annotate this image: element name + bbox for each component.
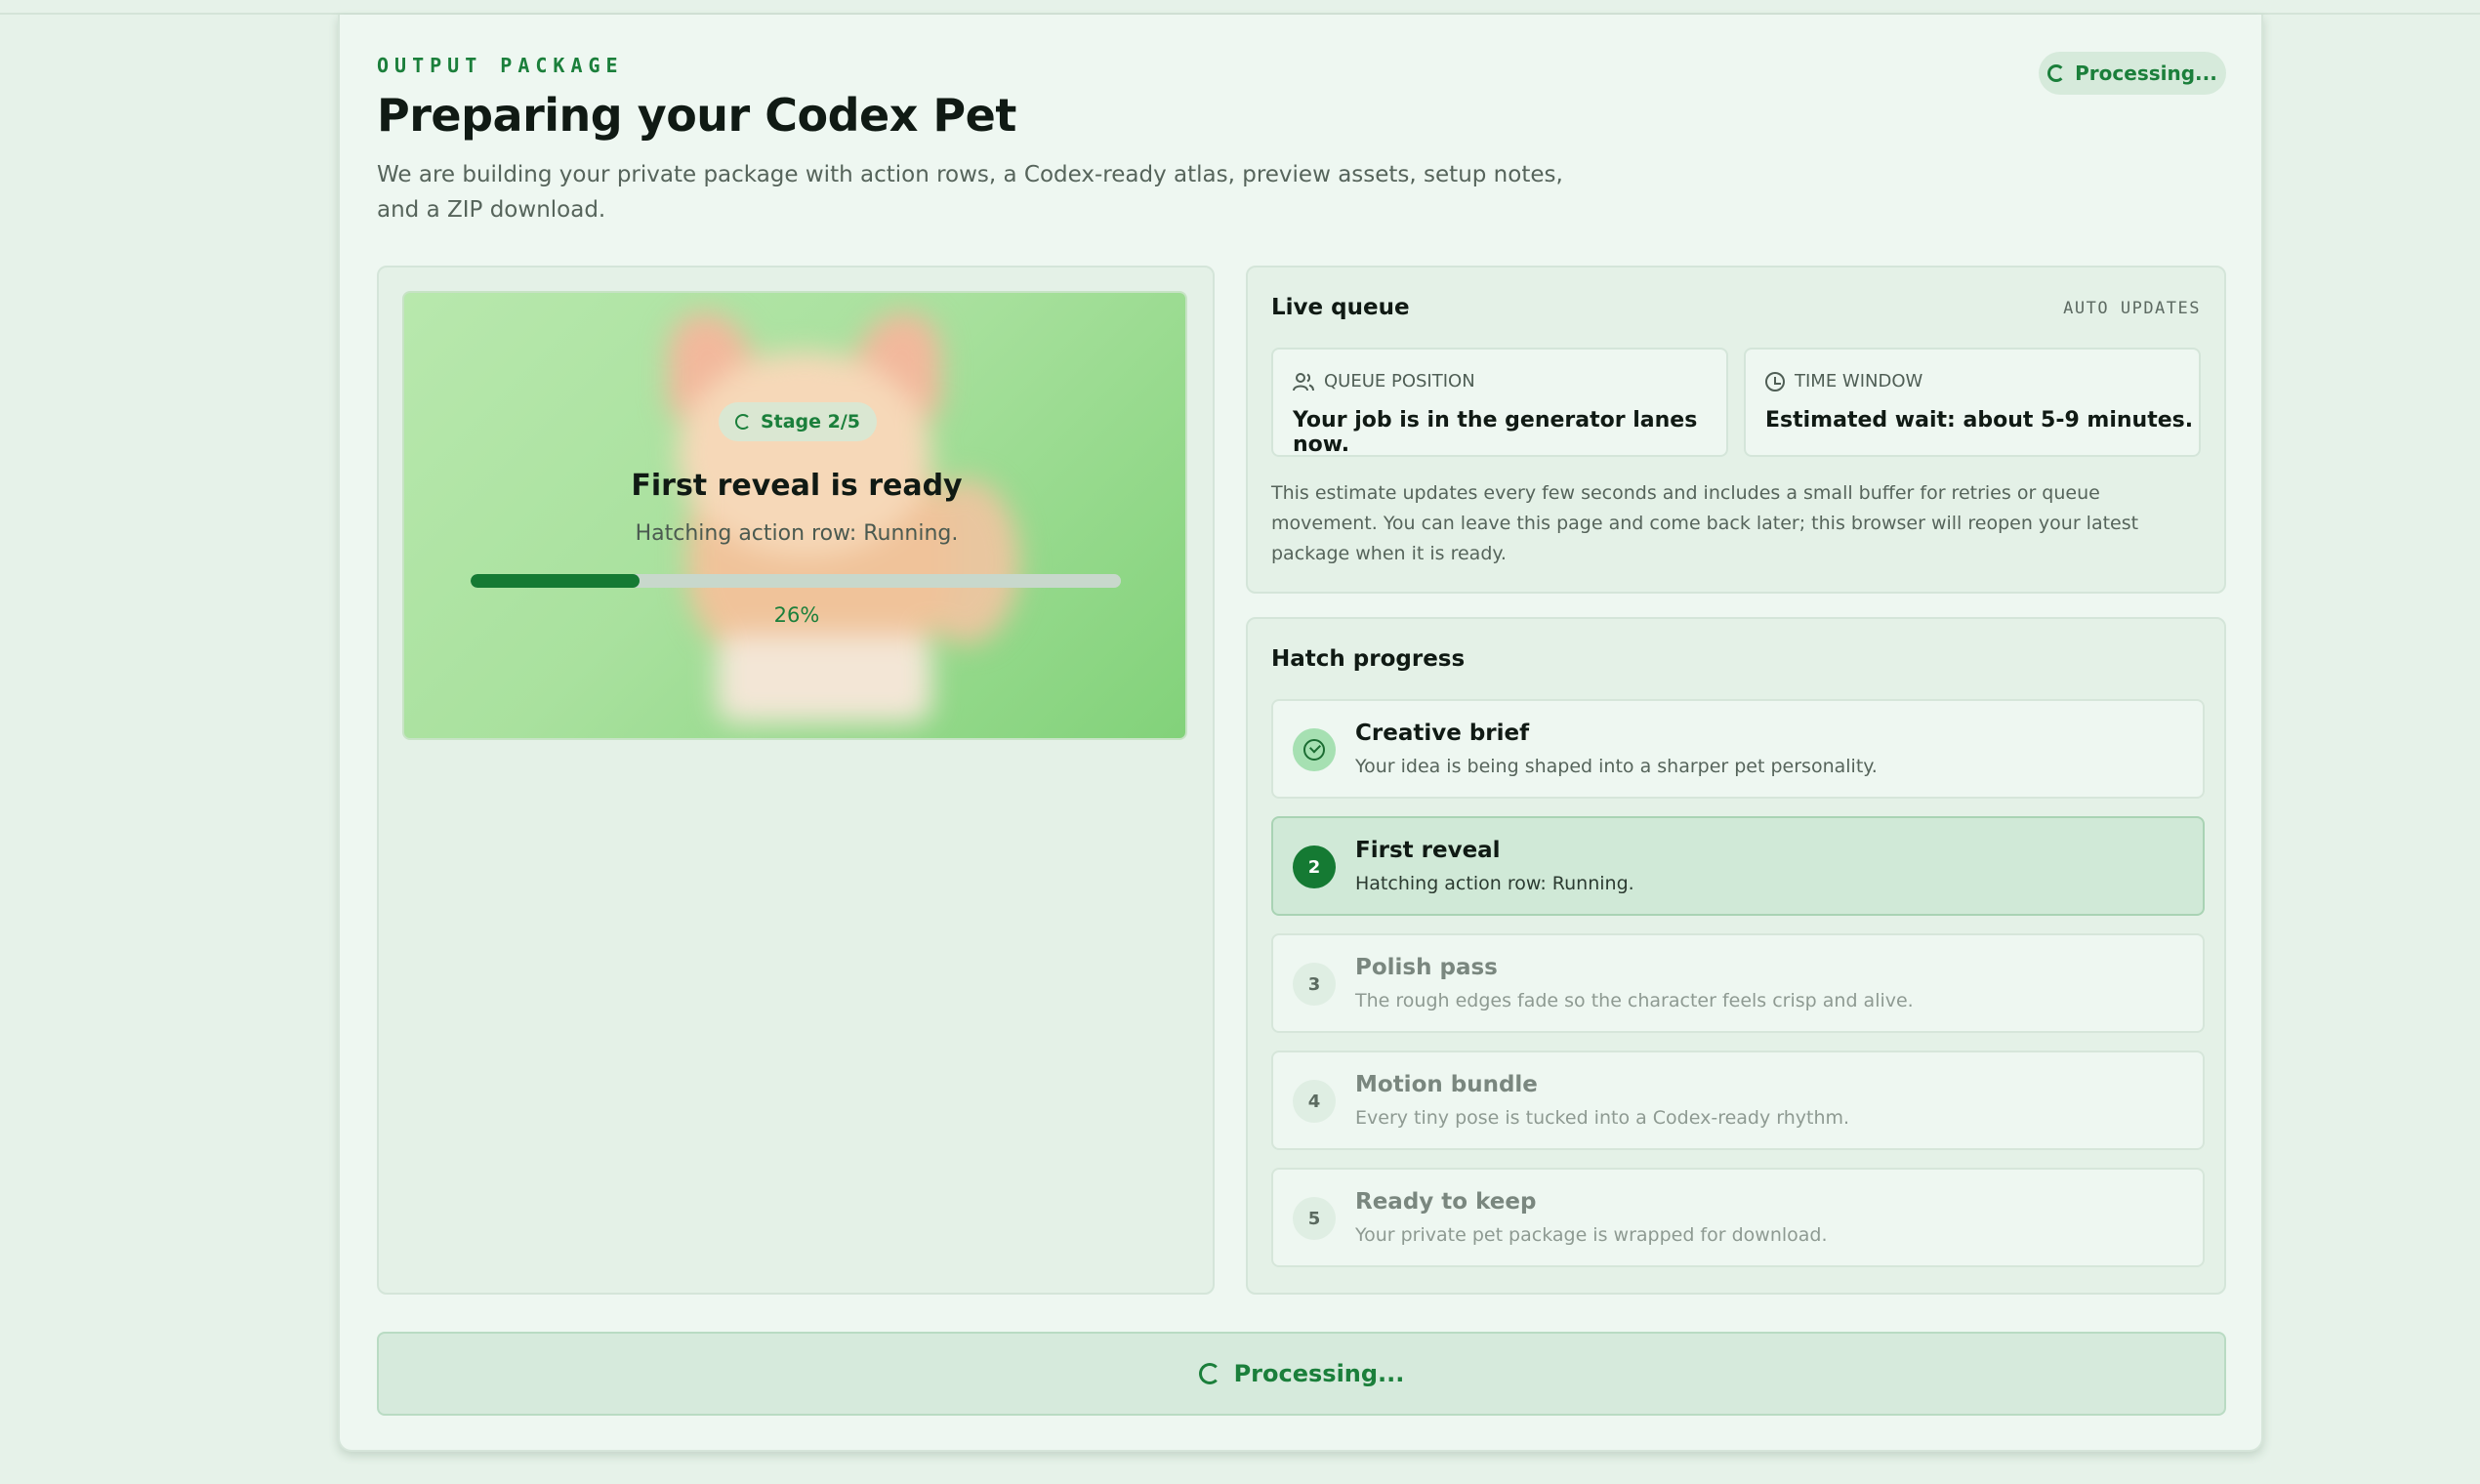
step-title: Motion bundle <box>1355 1072 1538 1097</box>
top-bar <box>0 0 2480 15</box>
step-description: Your private pet package is wrapped for … <box>1355 1224 1828 1246</box>
spinner-icon <box>2047 64 2066 82</box>
step-number: 4 <box>1293 1080 1336 1123</box>
spinner-icon <box>734 414 751 430</box>
time-window-label: TIME WINDOW <box>1795 371 1923 392</box>
queue-position-text: Your job is in the generator lanes now. <box>1293 408 1698 457</box>
step-description: Every tiny pose is tucked into a Codex-r… <box>1355 1107 1850 1129</box>
step-polish-pass: 3 Polish pass The rough edges fade so th… <box>1271 933 2205 1033</box>
time-window-box: TIME WINDOW Estimated wait: about 5-9 mi… <box>1744 348 2201 457</box>
auto-updates-label: AUTO UPDATES <box>2063 299 2201 318</box>
queue-position-box: QUEUE POSITION Your job is in the genera… <box>1271 348 1728 457</box>
status-badge-label: Processing... <box>2075 62 2217 85</box>
hatch-progress-title: Hatch progress <box>1271 646 1466 672</box>
step-title: First reveal <box>1355 838 1501 863</box>
hatch-progress-panel: Hatch progress Creative brief Your idea … <box>1246 617 2226 1295</box>
eyebrow-label: OUTPUT PACKAGE <box>377 54 624 77</box>
check-circle-icon <box>1303 739 1325 761</box>
step-number: 3 <box>1293 963 1336 1006</box>
page-title: Preparing your Codex Pet <box>377 89 1016 142</box>
time-window-text: Estimated wait: about 5-9 minutes. <box>1765 408 2194 433</box>
processing-button[interactable]: Processing... <box>377 1332 2226 1416</box>
step-description: Hatching action row: Running. <box>1355 873 1634 894</box>
stage-label: Stage 2/5 <box>760 411 861 433</box>
queue-position-label: QUEUE POSITION <box>1324 371 1475 392</box>
step-description: The rough edges fade so the character fe… <box>1355 990 1914 1011</box>
step-title: Creative brief <box>1355 721 1530 746</box>
reveal-subtitle: Hatching action row: Running. <box>635 521 959 546</box>
page-subtitle: We are building your private package wit… <box>377 162 1563 223</box>
live-queue-panel: Live queue AUTO UPDATES QUEUE POSITION Y… <box>1246 266 2226 594</box>
output-package-card: OUTPUT PACKAGE Preparing your Codex Pet … <box>338 15 2263 1452</box>
step-description: Your idea is being shaped into a sharper… <box>1355 756 1878 777</box>
stage-badge: Stage 2/5 <box>719 402 877 441</box>
progress-bar <box>471 574 1121 588</box>
status-badge: Processing... <box>2039 52 2226 95</box>
clock-icon <box>1765 371 1785 392</box>
step-number: 2 <box>1293 845 1336 888</box>
step-ready-to-keep: 5 Ready to keep Your private pet package… <box>1271 1168 2205 1267</box>
users-icon <box>1293 372 1314 391</box>
pet-preview: Stage 2/5 First reveal is ready Hatching… <box>402 291 1187 740</box>
live-queue-title: Live queue <box>1271 295 1410 320</box>
preview-panel: Stage 2/5 First reveal is ready Hatching… <box>377 266 1215 1295</box>
step-motion-bundle: 4 Motion bundle Every tiny pose is tucke… <box>1271 1051 2205 1150</box>
step-title: Ready to keep <box>1355 1189 1537 1215</box>
progress-bar-fill <box>471 574 641 588</box>
queue-note: This estimate updates every few seconds … <box>1271 482 2139 564</box>
step-title: Polish pass <box>1355 955 1498 980</box>
reveal-title: First reveal is ready <box>631 469 963 503</box>
spinner-icon <box>1198 1363 1220 1384</box>
step-first-reveal: 2 First reveal Hatching action row: Runn… <box>1271 816 2205 916</box>
progress-percent: 26% <box>773 603 820 627</box>
step-creative-brief: Creative brief Your idea is being shaped… <box>1271 699 2205 799</box>
step-number: 5 <box>1293 1197 1336 1240</box>
processing-button-label: Processing... <box>1233 1360 1405 1387</box>
